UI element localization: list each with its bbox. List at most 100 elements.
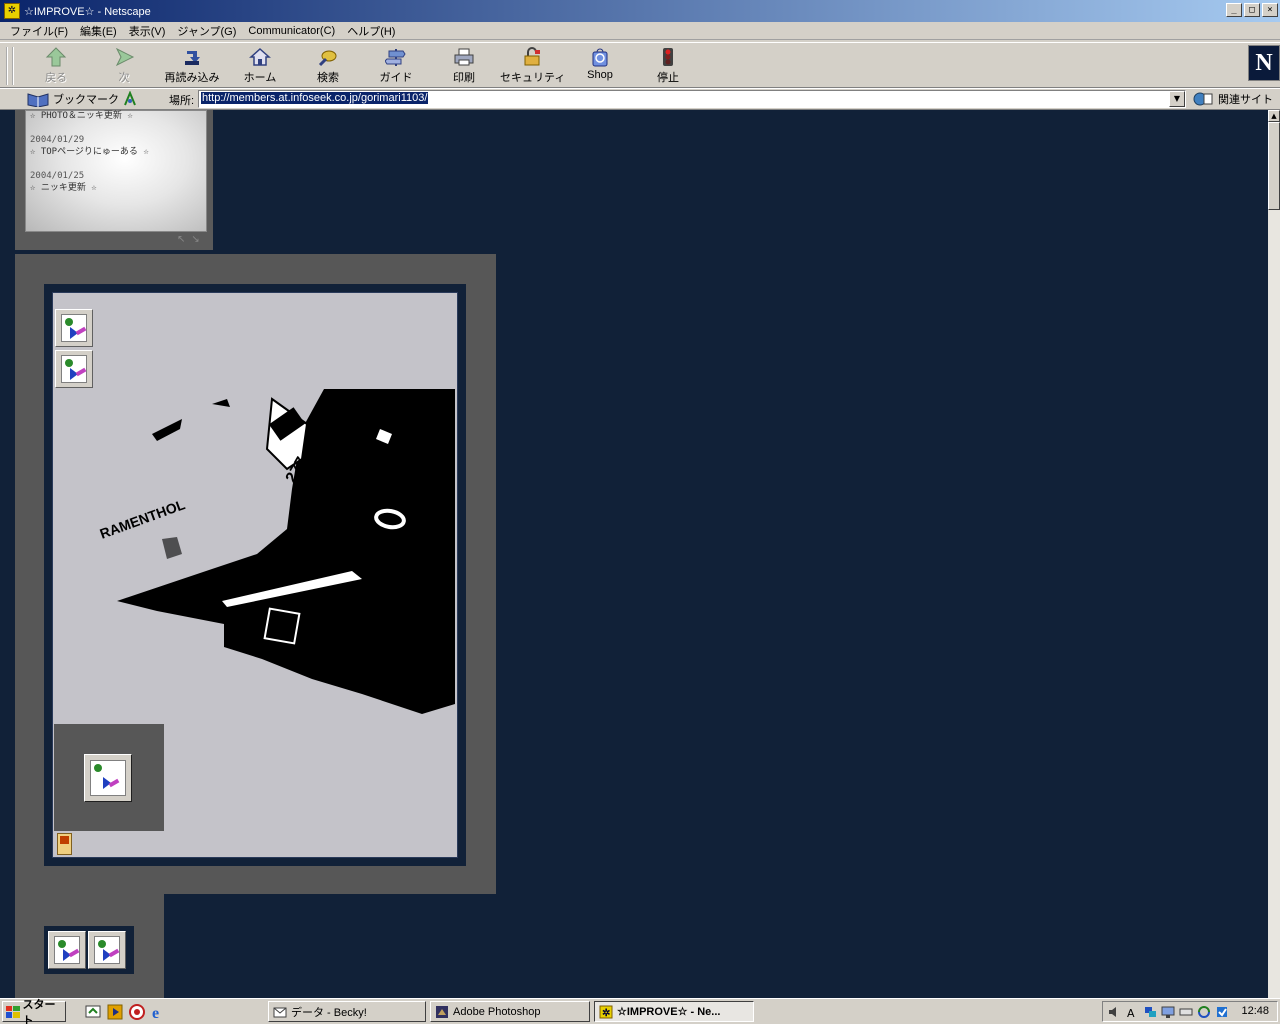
printer-icon	[454, 48, 474, 66]
security-button[interactable]: セキュリティ	[500, 47, 566, 85]
task-netscape-label: ☆IMPROVE☆ - Ne...	[617, 1006, 721, 1018]
bookmark-book-icon	[27, 93, 49, 107]
svg-text:✲: ✲	[602, 1008, 610, 1019]
small-banner-icon[interactable]	[57, 833, 72, 855]
photoshop-icon	[436, 1005, 448, 1018]
scroll-up-button[interactable]: ▲	[1268, 110, 1280, 122]
shopping-bag-icon	[592, 48, 608, 67]
monitor-icon[interactable]	[1161, 1005, 1175, 1019]
keyboard-icon[interactable]	[1179, 1005, 1193, 1019]
real-player-icon[interactable]	[128, 1003, 146, 1021]
menu-go[interactable]: ジャンプ(G)	[171, 23, 242, 39]
search-button[interactable]: 検索	[296, 47, 360, 85]
location-bar: ブックマーク 場所: http://members.at.infoseek.co…	[0, 88, 1280, 110]
tray-app-icon[interactable]	[1215, 1005, 1229, 1019]
broken-image-icon	[90, 760, 126, 796]
svg-text:A: A	[1127, 1007, 1135, 1019]
broken-image-4[interactable]	[88, 931, 126, 969]
broken-image-icon	[61, 314, 87, 342]
shop-label: Shop	[587, 69, 613, 81]
shop-button[interactable]: Shop	[568, 47, 632, 85]
title-bar[interactable]: ✲ ☆IMPROVE☆ - Netscape _ □ ×	[0, 0, 1280, 22]
home-button[interactable]: ホーム	[228, 47, 292, 85]
security-label: セキュリティ	[500, 72, 566, 84]
maximize-button[interactable]: □	[1244, 3, 1260, 17]
expand-arrows-icon[interactable]: ↖↘	[177, 234, 206, 245]
show-desktop-icon[interactable]	[84, 1003, 102, 1021]
bookmarks-label: ブックマーク	[53, 94, 119, 106]
bookmarks-button[interactable]: ブックマーク	[26, 90, 119, 108]
location-label: 場所:	[169, 95, 195, 107]
stop-button[interactable]: 停止	[636, 47, 700, 85]
news-item-3: ☆ ニッキ更新 ☆	[30, 183, 97, 193]
forward-arrow-icon	[115, 47, 135, 67]
sync-icon[interactable]	[1197, 1005, 1211, 1019]
related-sites-button[interactable]: 関連サイト	[1192, 91, 1273, 107]
volume-icon[interactable]	[1107, 1005, 1121, 1019]
broken-image-1[interactable]	[55, 309, 93, 347]
bottom-icon-row	[44, 926, 134, 974]
reload-button[interactable]: 再読み込み	[160, 47, 224, 85]
navigation-toolbar: 戻る 次 再読み込み ホーム 検索 ガイド 印刷 セキュリティ Shop 停止 …	[0, 42, 1280, 88]
taskbar: スタート e データ - Becky! Adobe Photoshop ✲ ☆I…	[0, 998, 1280, 1024]
minimize-button[interactable]: _	[1226, 3, 1242, 17]
photo-frame: 277 RAMENTHOL	[44, 284, 466, 866]
network-icon[interactable]	[1143, 1005, 1157, 1019]
task-becky[interactable]: データ - Becky!	[268, 1001, 426, 1022]
menu-bar: ファイル(F) 編集(E) 表示(V) ジャンプ(G) Communicator…	[0, 22, 1280, 40]
menu-edit[interactable]: 編集(E)	[74, 23, 123, 39]
menu-file[interactable]: ファイル(F)	[4, 23, 74, 39]
reload-label: 再読み込み	[164, 72, 220, 84]
netscape-app-icon[interactable]: ✲	[4, 3, 20, 19]
vertical-scrollbar[interactable]: ▲	[1268, 110, 1280, 998]
netscape-task-icon: ✲	[599, 1005, 613, 1019]
netscape-logo[interactable]: N	[1248, 45, 1280, 81]
url-dropdown-button[interactable]: ▼	[1169, 91, 1185, 107]
news-panel: ☆ PHOTO＆ニッキ更新 ☆ 2004/01/29 ☆ TOPページりにゅーあ…	[15, 110, 213, 250]
svg-text:e: e	[152, 1005, 159, 1021]
task-photoshop[interactable]: Adobe Photoshop	[430, 1001, 590, 1022]
related-sites-label: 関連サイト	[1218, 94, 1273, 106]
main-panel: 277 RAMENTHOL	[15, 254, 496, 894]
bottom-panel	[15, 894, 164, 998]
scroll-thumb[interactable]	[1268, 122, 1280, 210]
back-arrow-icon	[45, 47, 67, 67]
ime-icon[interactable]: A	[1125, 1005, 1139, 1019]
window-title: ☆IMPROVE☆ - Netscape	[24, 5, 151, 18]
toolbar-grip[interactable]	[6, 47, 14, 85]
menu-communicator[interactable]: Communicator(C)	[242, 25, 341, 37]
reload-icon	[185, 51, 200, 65]
print-label: 印刷	[453, 72, 475, 84]
broken-image-icon	[94, 936, 120, 964]
url-text: http://members.at.infoseek.co.jp/gorimar…	[201, 92, 429, 104]
back-button[interactable]: 戻る	[24, 47, 88, 85]
url-input[interactable]: http://members.at.infoseek.co.jp/gorimar…	[198, 90, 1186, 108]
forward-button[interactable]: 次	[92, 47, 156, 85]
news-scroll-box[interactable]: ☆ PHOTO＆ニッキ更新 ☆ 2004/01/29 ☆ TOPページりにゅーあ…	[25, 110, 207, 232]
news-date-3: 2004/01/25	[30, 171, 85, 181]
menu-view[interactable]: 表示(V)	[123, 23, 172, 39]
related-sites-icon	[1193, 92, 1213, 106]
page-proxy-icon[interactable]	[122, 91, 138, 107]
padlock-icon	[524, 47, 540, 66]
thumbnail-panel	[54, 724, 164, 831]
forward-label: 次	[118, 72, 130, 84]
media-player-icon[interactable]	[106, 1003, 124, 1021]
guide-label: ガイド	[379, 72, 413, 84]
search-label: 検索	[317, 72, 339, 84]
back-label: 戻る	[45, 72, 67, 84]
internet-explorer-icon[interactable]: e	[150, 1003, 168, 1021]
guide-button[interactable]: ガイド	[364, 47, 428, 85]
broken-image-3[interactable]	[48, 931, 86, 969]
print-button[interactable]: 印刷	[432, 47, 496, 85]
start-button[interactable]: スタート	[2, 999, 66, 1024]
menu-help[interactable]: ヘルプ(H)	[341, 23, 401, 39]
broken-image-thumbnail[interactable]	[84, 754, 132, 802]
photo-image: 277 RAMENTHOL	[62, 389, 455, 714]
close-button[interactable]: ×	[1262, 3, 1278, 17]
news-item-1: ☆ PHOTO＆ニッキ更新 ☆	[30, 111, 133, 121]
broken-image-2[interactable]	[55, 350, 93, 388]
guide-signpost-icon	[385, 49, 406, 66]
task-becky-label: データ - Becky!	[291, 1006, 367, 1019]
task-netscape[interactable]: ✲ ☆IMPROVE☆ - Ne...	[594, 1001, 754, 1022]
